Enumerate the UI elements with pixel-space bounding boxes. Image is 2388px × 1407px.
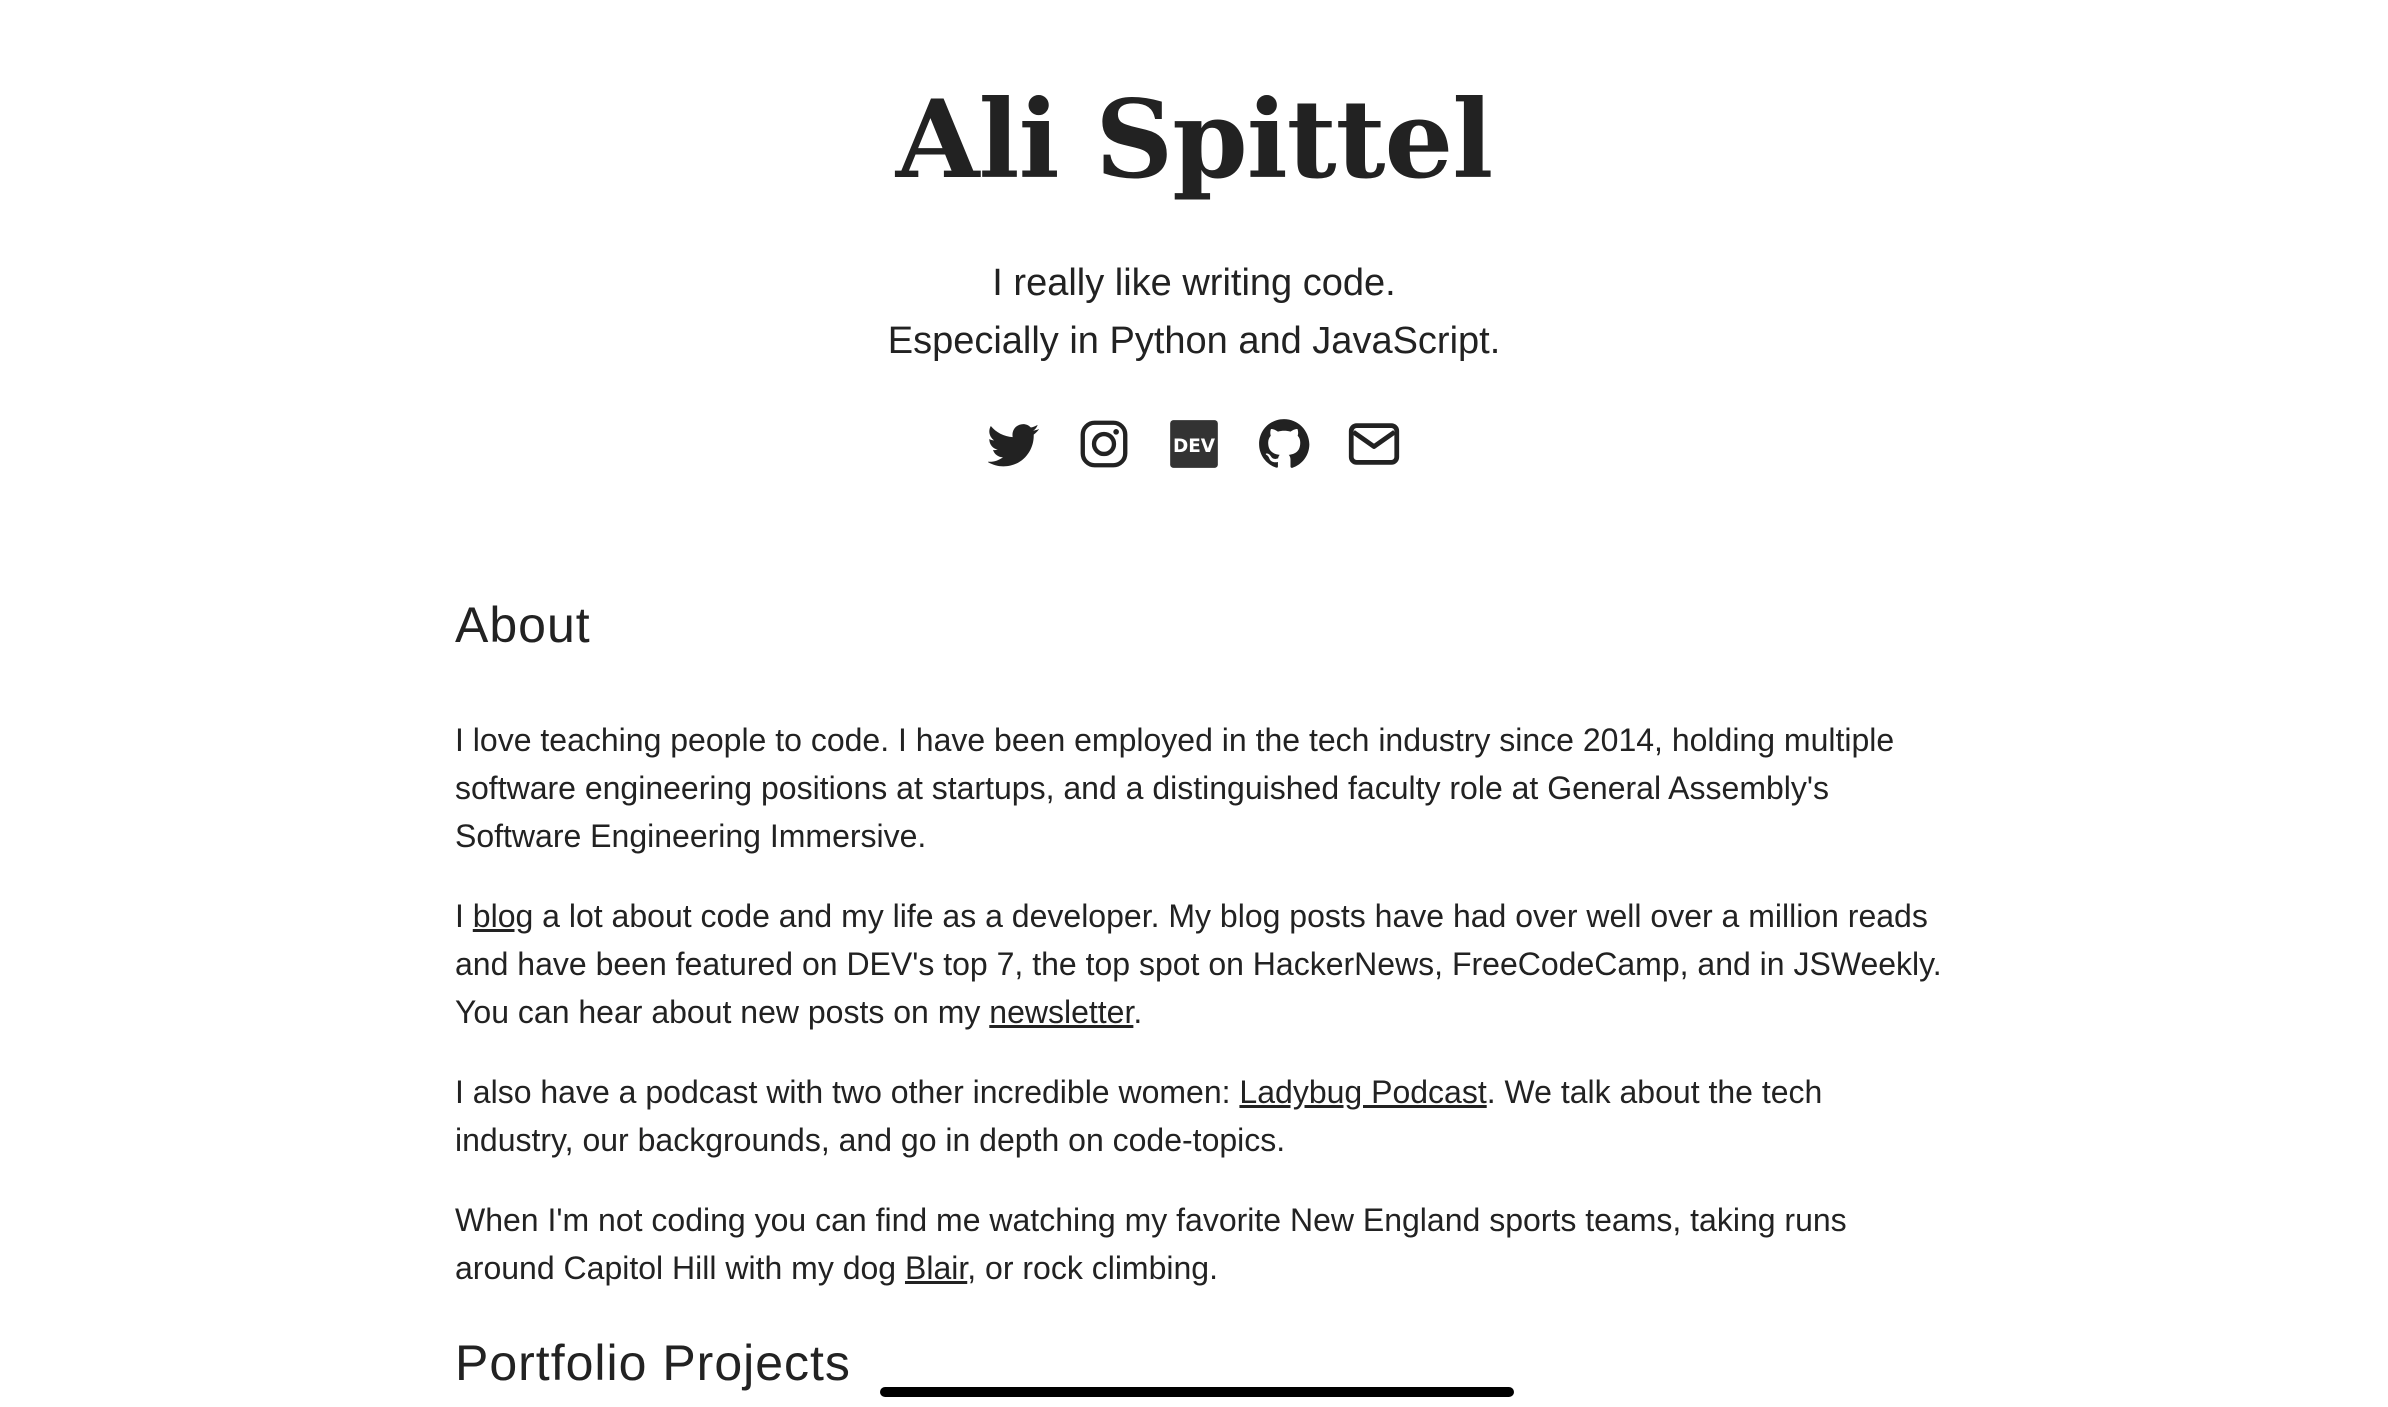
site-title: Ali Spittel (895, 77, 1494, 203)
social-links: DEV (0, 418, 2388, 470)
blair-link[interactable]: Blair (905, 1250, 967, 1286)
svg-text:DEV: DEV (1173, 436, 1216, 457)
ladybug-podcast-link[interactable]: Ladybug Podcast (1239, 1074, 1486, 1110)
newsletter-link[interactable]: newsletter (989, 994, 1133, 1030)
twitter-link[interactable] (988, 418, 1040, 470)
email-icon (1348, 423, 1400, 465)
dev-link[interactable]: DEV (1168, 418, 1220, 470)
dev-icon: DEV (1170, 420, 1218, 468)
about-paragraph-4: When I'm not coding you can find me watc… (455, 1202, 1847, 1286)
about-section: About I love teaching people to code. I … (455, 580, 1945, 1292)
about-paragraph-3: I also have a podcast with two other inc… (455, 1074, 1823, 1158)
instagram-icon (1080, 420, 1128, 468)
twitter-icon (988, 424, 1040, 467)
blog-link[interactable]: blog (473, 898, 534, 934)
tagline-line-2: Especially in Python and JavaScript. (887, 320, 1501, 362)
portfolio-section: Portfolio Projects (455, 1318, 1945, 1407)
instagram-link[interactable] (1078, 418, 1130, 470)
tagline-line-1: I really like writing code. (992, 262, 1396, 304)
portfolio-heading: Portfolio Projects (455, 1335, 851, 1391)
about-paragraph-1: I love teaching people to code. I have b… (455, 722, 1895, 854)
github-icon (1259, 419, 1310, 468)
about-paragraph-2: I blog a lot about code and my life as a… (455, 898, 1942, 1030)
heading-underline-bar (880, 1387, 1514, 1397)
about-heading: About (455, 597, 591, 653)
email-link[interactable] (1348, 418, 1400, 470)
github-link[interactable] (1258, 418, 1310, 470)
